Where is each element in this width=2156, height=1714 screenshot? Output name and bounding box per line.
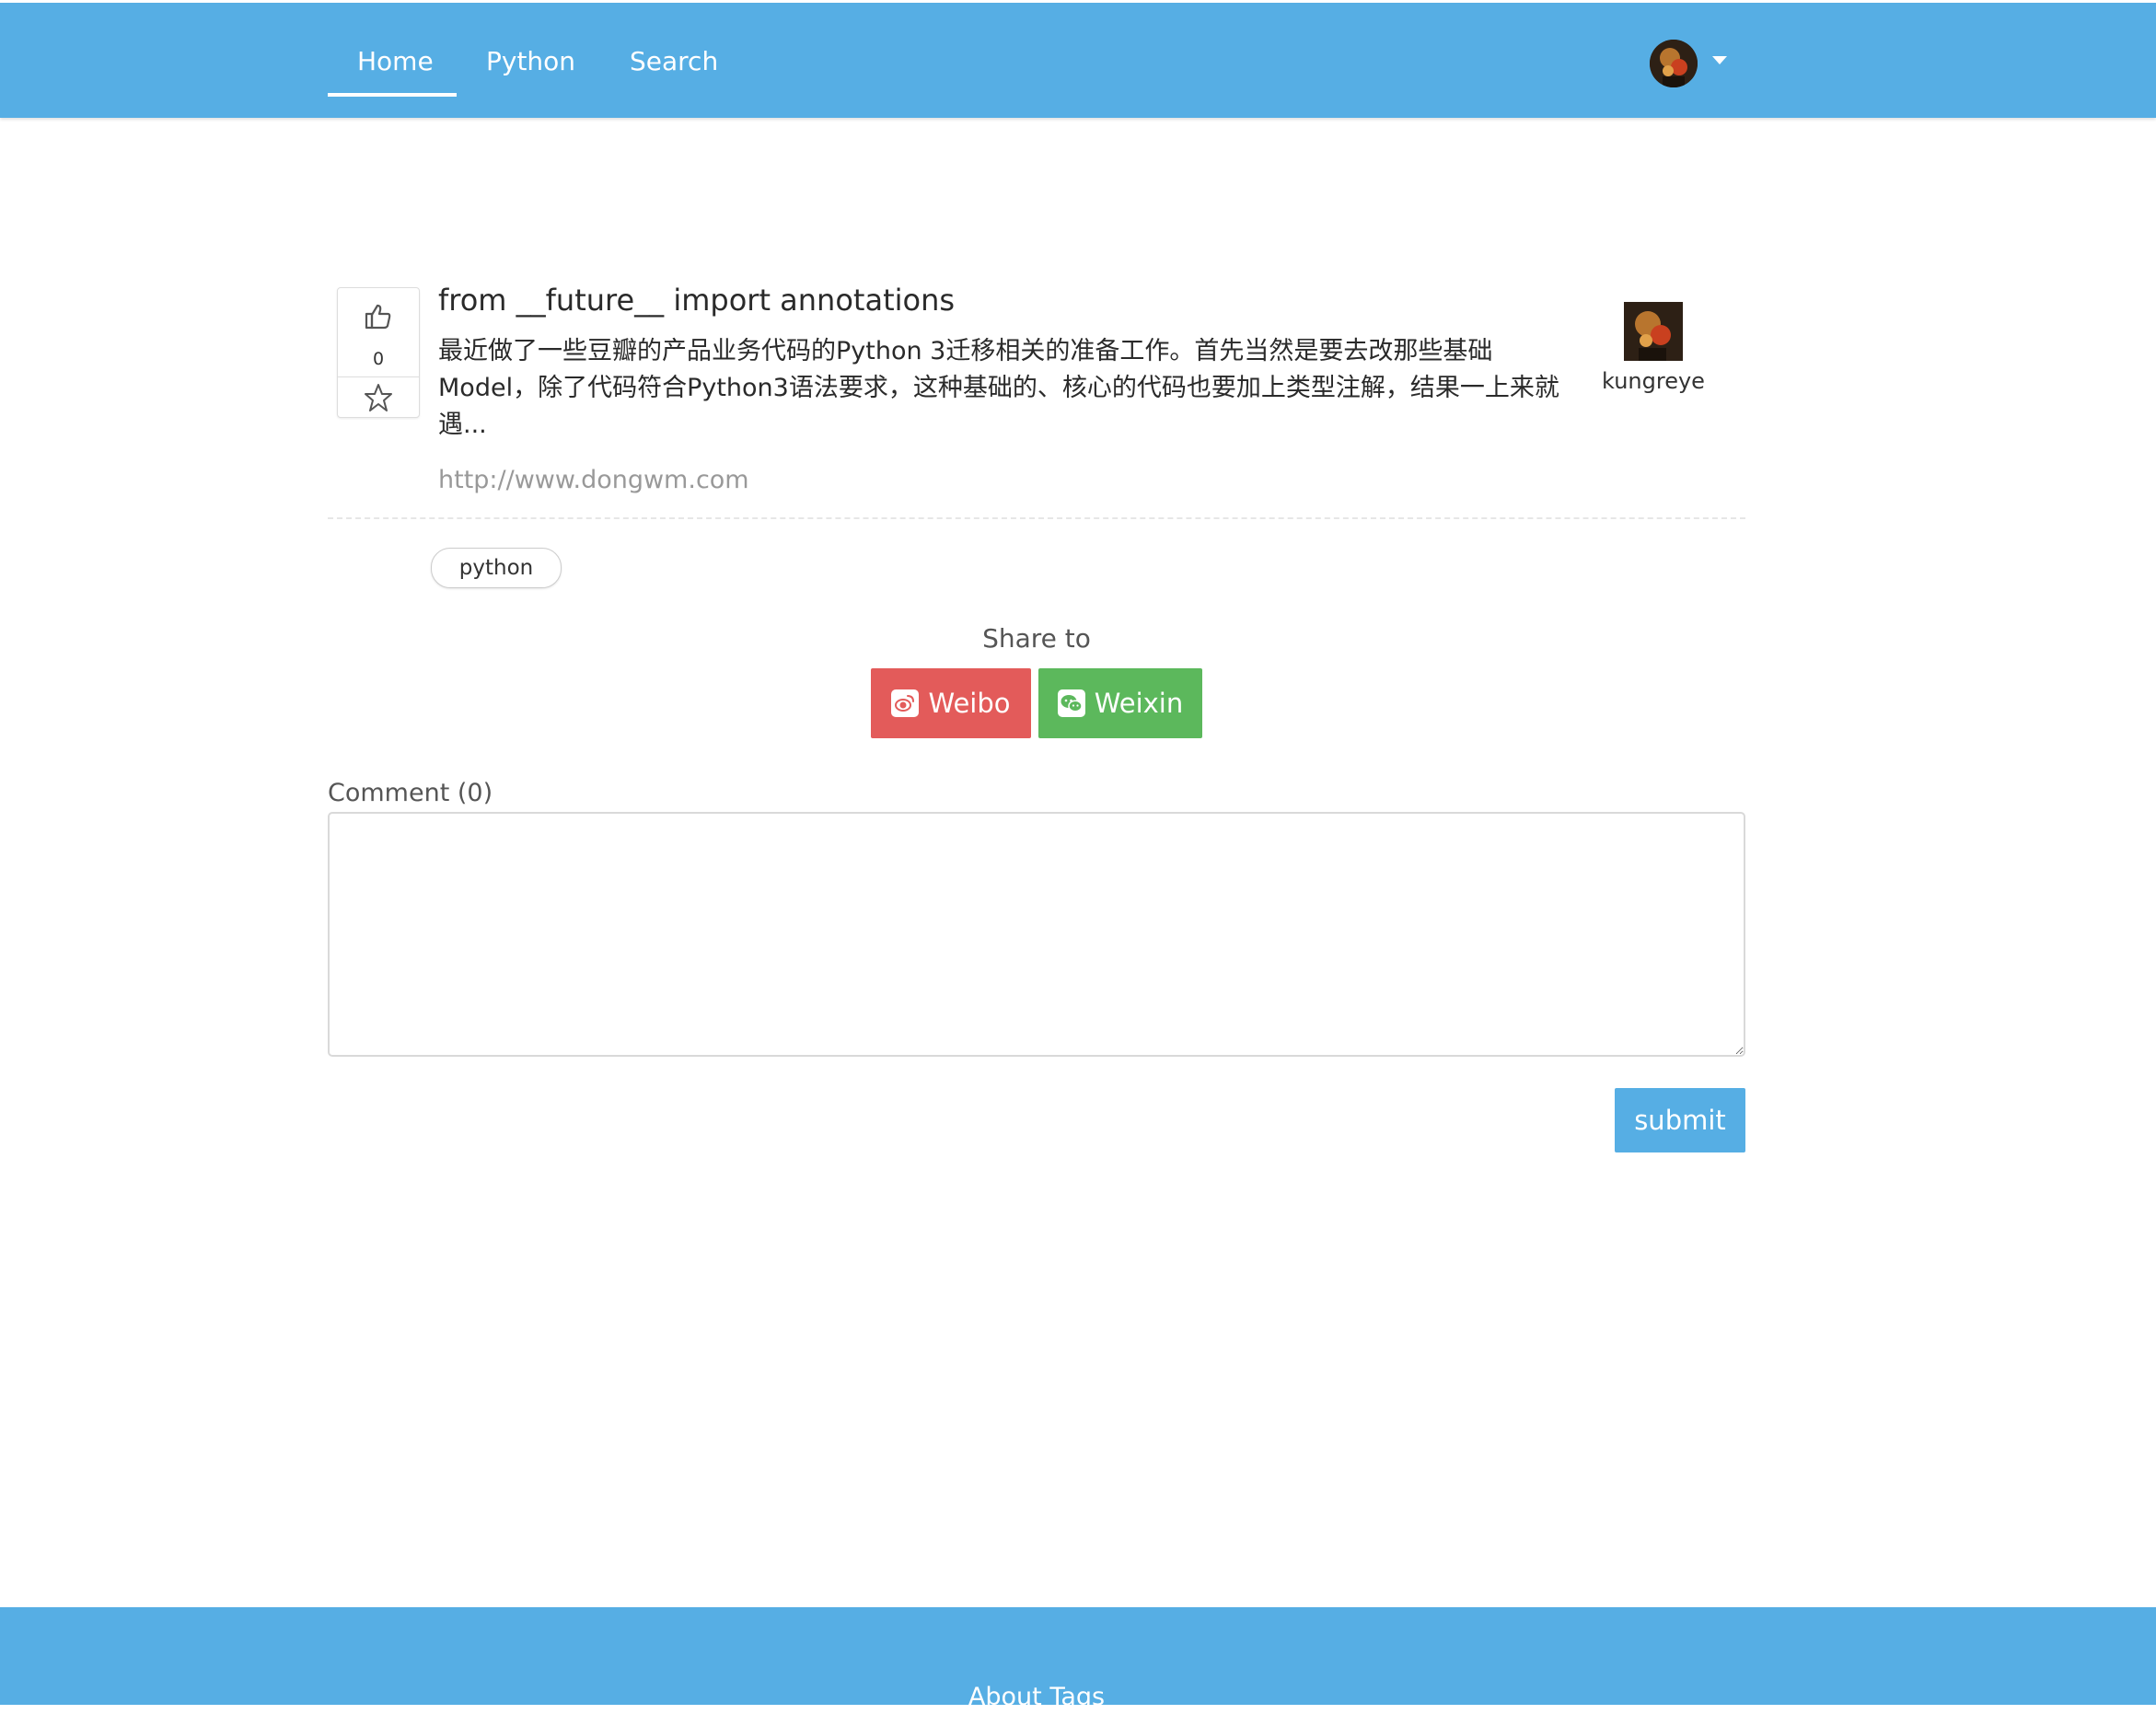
footer-tags-link[interactable]: Tags xyxy=(1049,1683,1105,1711)
share-weixin-button[interactable]: Weixin xyxy=(1038,668,1202,738)
vote-count: 0 xyxy=(372,349,385,369)
vote-panel: 0 xyxy=(337,287,420,418)
author-name[interactable]: kungreye xyxy=(1602,366,1705,396)
tag-python[interactable]: python xyxy=(431,548,562,588)
nav-python[interactable]: Python xyxy=(486,45,575,78)
footer: About Tags xyxy=(0,1607,2156,1711)
share-weixin-label: Weixin xyxy=(1094,688,1184,719)
active-nav-indicator xyxy=(328,93,457,97)
nav-search[interactable]: Search xyxy=(630,45,718,78)
top-navbar: Home Python Search xyxy=(0,3,2156,118)
wechat-icon xyxy=(1057,689,1085,717)
star-icon[interactable] xyxy=(338,377,419,417)
post-url-link[interactable]: http://www.dongwm.com xyxy=(438,463,749,498)
nav-home[interactable]: Home xyxy=(357,45,434,78)
user-menu-caret-icon[interactable] xyxy=(1712,56,1727,64)
share-weibo-label: Weibo xyxy=(928,688,1011,719)
comment-label: Comment (0) xyxy=(328,779,493,807)
footer-links: About Tags xyxy=(0,1681,2073,1714)
divider xyxy=(328,517,1745,519)
footer-about-link[interactable]: About xyxy=(968,1683,1042,1711)
submit-button[interactable]: submit xyxy=(1615,1088,1745,1152)
share-weibo-button[interactable]: Weibo xyxy=(871,668,1031,738)
post-summary: 最近做了一些豆瓣的产品业务代码的Python 3迁移相关的准备工作。首先当然是要… xyxy=(438,337,1559,439)
author-avatar[interactable] xyxy=(1624,302,1683,361)
weibo-icon xyxy=(891,689,920,717)
comment-textarea[interactable] xyxy=(328,812,1745,1057)
user-avatar-icon[interactable] xyxy=(1650,40,1698,87)
post-title[interactable]: from __future__ import annotations xyxy=(438,280,955,320)
thumbs-up-icon[interactable] xyxy=(338,288,419,345)
share-label: Share to xyxy=(982,623,1091,654)
